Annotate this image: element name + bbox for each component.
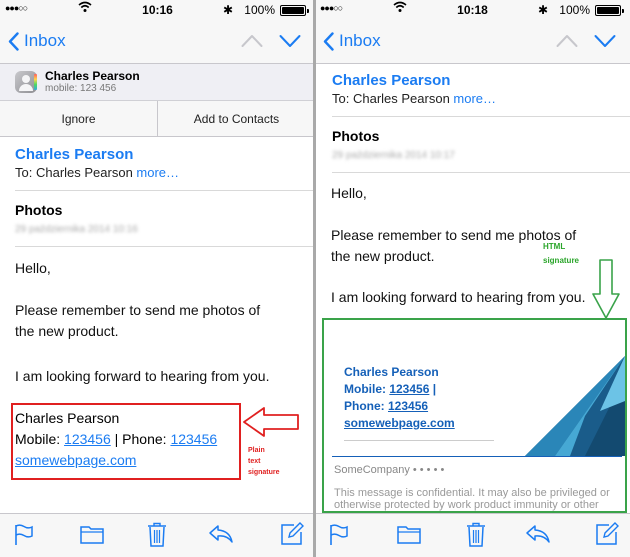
status-bar: ●●●○○ 10:18 ✱ 100% [315, 0, 630, 20]
bottom-toolbar [315, 513, 630, 557]
sender-name[interactable]: Charles Pearson [332, 72, 450, 89]
bluetooth-icon: ✱ [222, 3, 233, 17]
html-phone-label: Phone: [344, 399, 388, 413]
to-line: To: Charles Pearson more… [332, 91, 496, 106]
battery-icon [280, 5, 309, 16]
email-subject: Photos [332, 128, 380, 144]
chevron-left-icon [323, 31, 334, 51]
email-subject: Photos [15, 202, 63, 218]
flag-icon[interactable] [14, 524, 34, 546]
compose-icon[interactable] [595, 522, 619, 546]
header-divider [332, 116, 630, 117]
email-body-line-3: I am looking forward to hearing from you… [15, 368, 270, 384]
compose-icon[interactable] [280, 522, 304, 546]
to-recipient: Charles Pearson [35, 165, 137, 180]
ignore-button[interactable]: Ignore [0, 101, 157, 136]
company-divider [332, 456, 622, 457]
html-phone-link[interactable]: 123456 [388, 399, 428, 413]
green-arrow-icon [592, 259, 620, 319]
html-mobile-link[interactable]: 123456 [389, 382, 429, 396]
html-signature-name: Charles Pearson [344, 365, 439, 379]
reply-icon[interactable] [525, 524, 551, 544]
subject-divider [15, 246, 315, 247]
email-body-line-1: Please remember to send me photos of [15, 302, 261, 318]
previous-message-icon[interactable] [241, 34, 263, 48]
next-message-icon[interactable] [594, 34, 616, 48]
to-recipient: Charles Pearson [352, 91, 454, 106]
email-date: 29 października 2014 10:17 [332, 150, 455, 161]
trash-icon[interactable] [466, 522, 486, 547]
red-arrow-icon [243, 407, 299, 437]
next-message-icon[interactable] [279, 34, 301, 48]
annotation-line-1: HTML [543, 242, 566, 251]
reply-icon[interactable] [208, 524, 234, 544]
html-signature-annotation: HTML signature [543, 240, 579, 268]
subject-divider [332, 172, 630, 173]
html-signature-box: Charles Pearson Mobile: 123456 | Phone: … [322, 318, 627, 513]
status-bar: ●●●○○ 10:16 ✱ 100% [0, 0, 315, 20]
email-greeting: Hello, [15, 260, 51, 276]
sender-name[interactable]: Charles Pearson [15, 146, 133, 163]
plain-signature-highlight-box [11, 403, 241, 480]
email-body-line-2: the new product. [331, 248, 435, 264]
html-signature-phone-row: Phone: 123456 [344, 398, 455, 415]
chevron-left-icon [8, 31, 19, 51]
html-web-link[interactable]: somewebpage.com [344, 415, 455, 432]
signature-graphic [525, 356, 625, 456]
suggested-contact-name: Charles Pearson [45, 69, 140, 83]
bottom-toolbar [0, 513, 315, 557]
back-label: Inbox [24, 31, 66, 50]
html-signature-mobile-row: Mobile: 123456 | [344, 381, 455, 398]
annotation-line-1: Plain [248, 447, 265, 454]
html-mobile-separator: | [429, 382, 437, 396]
folder-icon[interactable] [80, 524, 104, 544]
battery-percent: 100% [244, 3, 275, 17]
more-link[interactable]: more… [136, 165, 179, 180]
nav-bar: Inbox [315, 20, 630, 64]
add-to-contacts-button[interactable]: Add to Contacts [157, 101, 315, 136]
back-label: Inbox [339, 31, 381, 50]
plain-signature-annotation: Plain text signature [248, 445, 280, 478]
more-link[interactable]: more… [453, 91, 496, 106]
header-divider [15, 190, 315, 191]
nav-bar: Inbox [0, 20, 315, 64]
folder-icon[interactable] [397, 524, 421, 544]
html-mobile-label: Mobile: [344, 382, 390, 396]
annotation-line-2: text [248, 458, 261, 465]
battery-percent: 100% [559, 3, 590, 17]
suggested-contact-mobile: mobile: 123 456 [45, 83, 117, 94]
battery-icon [595, 5, 624, 16]
to-prefix: To: [332, 91, 353, 106]
back-button[interactable]: Inbox [8, 31, 66, 51]
html-signature-rule [344, 440, 494, 441]
email-body-line-3: I am looking forward to hearing from you… [331, 289, 586, 305]
email-body-line-1: Please remember to send me photos of [331, 227, 577, 243]
to-prefix: To: [15, 165, 36, 180]
trash-icon[interactable] [147, 522, 167, 547]
email-greeting: Hello, [331, 185, 367, 201]
contact-action-row: Ignore Add to Contacts [0, 101, 315, 137]
confidentiality-notice: This message is confidential. It may als… [334, 487, 610, 511]
previous-message-icon[interactable] [556, 34, 578, 48]
annotation-line-2: signature [543, 256, 580, 265]
email-body-line-2: the new product. [15, 323, 119, 339]
html-signature-block: Charles Pearson Mobile: 123456 | Phone: … [344, 364, 455, 432]
annotation-line-3: signature [248, 469, 280, 476]
screen-divider [313, 0, 316, 557]
to-line: To: Charles Pearson more… [15, 165, 179, 180]
flag-icon[interactable] [329, 524, 349, 546]
bluetooth-icon: ✱ [537, 3, 548, 17]
back-button[interactable]: Inbox [323, 31, 381, 51]
contacts-app-icon [15, 71, 37, 93]
contact-suggestion-banner: Charles Pearson mobile: 123 456 [0, 64, 315, 101]
company-name: SomeCompany • • • • • [334, 464, 445, 476]
email-date: 29 października 2014 10:16 [15, 224, 138, 235]
